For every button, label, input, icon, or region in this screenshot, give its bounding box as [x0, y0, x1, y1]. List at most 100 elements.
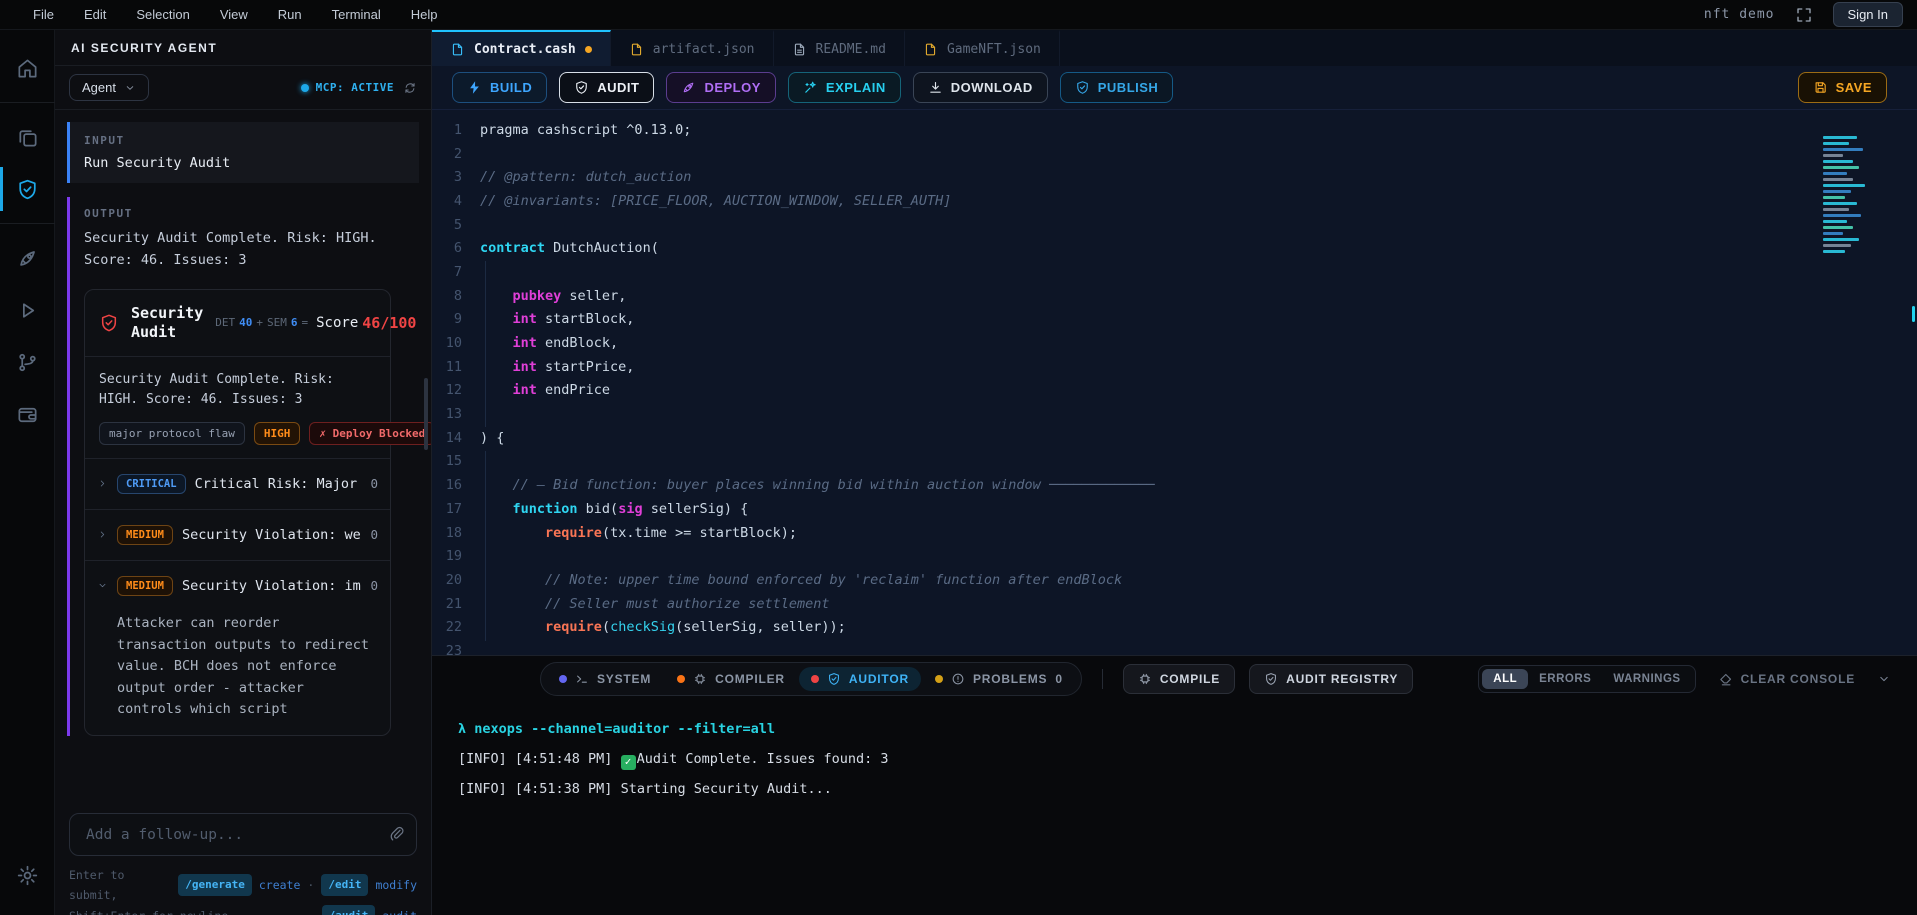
- menu-item-selection[interactable]: Selection: [121, 7, 204, 22]
- console-tab-label: PROBLEMS: [973, 672, 1047, 686]
- deploy-button[interactable]: DEPLOY: [666, 72, 775, 103]
- chevron-down-icon: [97, 580, 108, 591]
- activity-deploy[interactable]: [0, 232, 55, 284]
- console-tab-compiler[interactable]: COMPILER: [665, 667, 797, 691]
- chevron-down-icon: [124, 82, 136, 94]
- code-text: int startBlock,: [480, 311, 634, 327]
- minimap[interactable]: [1823, 136, 1877, 253]
- line-number: 22: [432, 619, 480, 635]
- code-text: require(checkSig(sellerSig, seller));: [480, 619, 846, 635]
- shield-check-icon: [827, 672, 841, 686]
- chevron-right-icon: [97, 478, 108, 489]
- code-text: // @pattern: dutch_auction: [480, 169, 691, 185]
- activity-source-control[interactable]: [0, 336, 55, 388]
- audit-button[interactable]: AUDIT: [559, 72, 654, 103]
- menu-item-run[interactable]: Run: [263, 7, 317, 22]
- button-label: SAVE: [1836, 80, 1872, 95]
- issue-list: CRITICALCritical Risk: Major Proto…0MEDI…: [85, 458, 390, 735]
- filter-warnings[interactable]: WARNINGS: [1602, 669, 1691, 689]
- save-button[interactable]: SAVE: [1798, 72, 1887, 103]
- chevron-down-icon[interactable]: [1877, 672, 1891, 686]
- audit-card-body: Security Audit Complete. Risk: HIGH. Sco…: [85, 357, 390, 458]
- menu-item-file[interactable]: File: [18, 7, 69, 22]
- activity-settings[interactable]: [0, 849, 55, 901]
- command-pill[interactable]: /generate: [178, 874, 252, 896]
- sem-label: SEM: [267, 316, 287, 329]
- console-tab-system[interactable]: SYSTEM: [547, 667, 663, 691]
- command-pill[interactable]: /edit: [321, 874, 368, 896]
- code-line: 11 int startPrice,: [432, 355, 1917, 379]
- explain-button[interactable]: EXPLAIN: [788, 72, 901, 103]
- audit-registry-button[interactable]: AUDIT REGISTRY: [1249, 664, 1413, 694]
- audit-tags: major protocol flawHIGH✗ Deploy Blocked: [99, 422, 376, 445]
- activity-files[interactable]: [0, 111, 55, 163]
- severity-badge: CRITICAL: [117, 474, 186, 494]
- console-tab-problems[interactable]: PROBLEMS0: [923, 667, 1075, 691]
- det-label: DET: [215, 316, 235, 329]
- tab-gamenft-json[interactable]: GameNFT.json: [905, 30, 1060, 66]
- terminal-icon: [575, 672, 589, 686]
- code-text: ) {: [480, 430, 504, 446]
- issue-row[interactable]: CRITICALCritical Risk: Major Proto…0: [85, 458, 390, 509]
- app-window: FileEditSelectionViewRunTerminalHelp nft…: [0, 0, 1917, 915]
- line-number: 17: [432, 501, 480, 517]
- tab-artifact-json[interactable]: artifact.json: [611, 30, 774, 66]
- tab-readme-md[interactable]: README.md: [774, 30, 905, 66]
- paperclip-icon[interactable]: [388, 825, 405, 842]
- filter-errors[interactable]: ERRORS: [1528, 669, 1602, 689]
- log-timestamp: [INFO] [4:51:38 PM]: [458, 781, 621, 797]
- sign-in-button[interactable]: Sign In: [1833, 2, 1903, 27]
- plus-sign: +: [256, 316, 263, 329]
- mcp-status: MCP: ACTIVE: [301, 81, 417, 95]
- code-line: 21 // Seller must authorize settlement: [432, 592, 1917, 616]
- output-label: OUTPUT: [84, 207, 419, 220]
- compile-button[interactable]: COMPILE: [1123, 664, 1235, 694]
- build-button[interactable]: BUILD: [452, 72, 547, 103]
- dot: ·: [308, 906, 315, 915]
- line-number: 13: [432, 406, 480, 422]
- activity-security[interactable]: [0, 163, 55, 215]
- refresh-icon[interactable]: [403, 81, 417, 95]
- issue-row[interactable]: MEDIUMSecurity Violation: weak_ou…0: [85, 509, 390, 560]
- code-line: 18 require(tx.time >= startBlock);: [432, 521, 1917, 545]
- clear-console-button[interactable]: CLEAR CONSOLE: [1718, 672, 1855, 687]
- branch-icon: [16, 351, 39, 374]
- console-panel: SYSTEMCOMPILER AUDITOR PROBLEMS0 COMPILE AU…: [432, 655, 1917, 915]
- console-line: λ nexops --channel=auditor --filter=all: [458, 714, 1891, 744]
- button-label: COMPILE: [1160, 672, 1220, 686]
- panel-scrollbar[interactable]: [424, 378, 428, 450]
- activity-home[interactable]: [0, 42, 55, 94]
- line-number: 10: [432, 335, 480, 351]
- editor-scrollbar[interactable]: [1912, 306, 1915, 322]
- code-line: 23: [432, 639, 1917, 655]
- activity-bar: [0, 30, 55, 915]
- followup-input[interactable]: [69, 813, 417, 856]
- filter-all[interactable]: ALL: [1482, 669, 1528, 689]
- audit-tag-high: HIGH: [254, 422, 301, 445]
- line-number: 6: [432, 240, 480, 256]
- shield-icon: [99, 313, 119, 333]
- code-editor[interactable]: 1pragma cashscript ^0.13.0;23// @pattern…: [432, 110, 1917, 655]
- download-button[interactable]: DOWNLOAD: [913, 72, 1048, 103]
- publish-button[interactable]: PUBLISH: [1060, 72, 1174, 103]
- issue-row[interactable]: MEDIUMSecurity Violation: implici…0: [85, 560, 390, 611]
- command-pill[interactable]: /audit: [322, 905, 376, 915]
- menu-item-edit[interactable]: Edit: [69, 7, 121, 22]
- activity-run[interactable]: [0, 284, 55, 336]
- menu-item-help[interactable]: Help: [396, 7, 453, 22]
- code-line: 15: [432, 450, 1917, 474]
- command-desc: create: [259, 875, 301, 895]
- console-tab-label: AUDITOR: [849, 672, 909, 686]
- menu-item-terminal[interactable]: Terminal: [317, 7, 396, 22]
- sparkle-icon: [803, 80, 818, 95]
- fullscreen-icon[interactable]: [1795, 6, 1813, 24]
- menu-item-view[interactable]: View: [205, 7, 263, 22]
- console-tab-auditor[interactable]: AUDITOR: [799, 667, 921, 691]
- activity-wallet[interactable]: [0, 388, 55, 440]
- tab-contract-cash[interactable]: Contract.cash: [432, 30, 611, 66]
- agent-panel: AI SECURITY AGENT Agent MCP: ACTIVE INPU…: [55, 30, 432, 915]
- agent-selector[interactable]: Agent: [69, 74, 149, 101]
- console-line: [INFO] [4:51:38 PM] Starting Security Au…: [458, 774, 1891, 804]
- button-label: AUDIT: [597, 80, 639, 95]
- issue-title: Critical Risk: Major Proto…: [195, 476, 362, 492]
